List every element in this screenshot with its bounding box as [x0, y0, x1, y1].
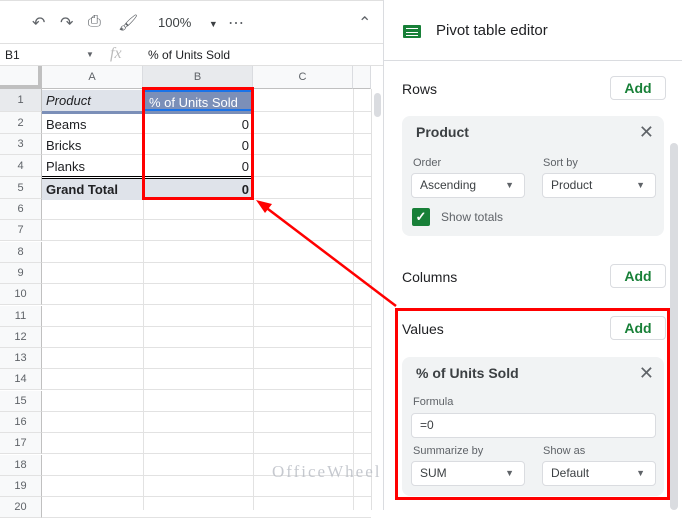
annotation-arrow — [256, 200, 397, 307]
